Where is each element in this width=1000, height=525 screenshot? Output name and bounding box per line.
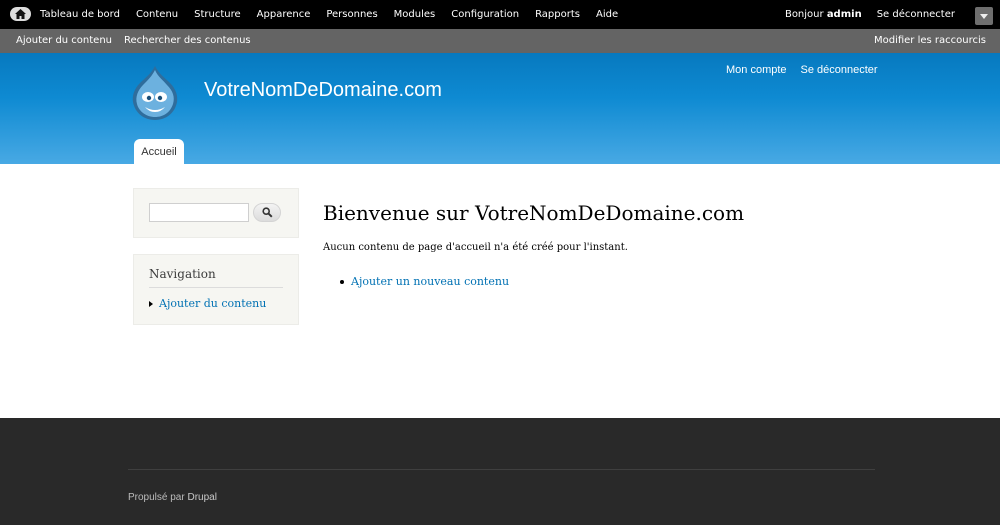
admin-logout-link[interactable]: Se déconnecter: [877, 9, 955, 20]
nav-add-content-link[interactable]: Ajouter du contenu: [159, 297, 266, 310]
admin-user-menu: Bonjour admin Se déconnecter: [785, 9, 955, 20]
admin-menu-configuration[interactable]: Configuration: [451, 9, 519, 20]
site-footer: Propulsé par Drupal: [0, 418, 1000, 525]
admin-toolbar: Tableau de bord Contenu Structure Appare…: [0, 0, 1000, 29]
drupal-drop-logo[interactable]: [131, 65, 179, 121]
admin-menu: Tableau de bord Contenu Structure Appare…: [40, 9, 634, 20]
my-account-link[interactable]: Mon compte: [726, 64, 787, 76]
header-logout-link[interactable]: Se déconnecter: [801, 64, 878, 76]
admin-menu-appearance[interactable]: Apparence: [257, 9, 311, 20]
drupal-link[interactable]: Drupal: [187, 492, 216, 503]
shortcuts-bar: Ajouter du contenu Rechercher des conten…: [0, 29, 1000, 53]
admin-menu-dashboard[interactable]: Tableau de bord: [40, 9, 120, 20]
intro-text: Aucun contenu de page d'accueil n'a été …: [323, 242, 628, 253]
bullet-icon: [340, 279, 344, 284]
footer-divider: [128, 469, 875, 470]
admin-menu-modules[interactable]: Modules: [394, 9, 436, 20]
username[interactable]: admin: [827, 9, 862, 20]
edit-shortcuts-link[interactable]: Modifier les raccourcis: [874, 35, 986, 46]
add-new-content-link[interactable]: Ajouter un nouveau contenu: [351, 275, 509, 288]
search-icon: [262, 207, 273, 218]
search-block: [133, 188, 299, 238]
powered-by: Propulsé par Drupal: [128, 492, 217, 503]
tab-home[interactable]: Accueil: [134, 139, 184, 164]
shortcuts-toggle-button[interactable]: [975, 7, 993, 25]
site-name[interactable]: VotreNomDeDomaine.com: [204, 79, 442, 102]
shortcut-find-content[interactable]: Rechercher des contenus: [124, 35, 251, 46]
shortcuts-list: Ajouter du contenu Rechercher des conten…: [16, 35, 263, 46]
triangle-right-icon: [149, 300, 153, 307]
list-item: Ajouter un nouveau contenu: [340, 275, 509, 288]
search-button[interactable]: [253, 203, 281, 222]
admin-menu-content[interactable]: Contenu: [136, 9, 178, 20]
powered-by-text: Propulsé par: [128, 492, 185, 503]
greeting-text: Bonjour: [784, 9, 824, 20]
admin-menu-people[interactable]: Personnes: [326, 9, 377, 20]
navigation-title: Navigation: [149, 267, 283, 288]
user-greeting: Bonjour admin: [785, 9, 862, 20]
navigation-item: Ajouter du contenu: [149, 297, 266, 310]
search-input[interactable]: [149, 203, 249, 222]
admin-menu-reports[interactable]: Rapports: [535, 9, 580, 20]
home-icon[interactable]: [10, 7, 31, 21]
admin-menu-structure[interactable]: Structure: [194, 9, 241, 20]
secondary-menu: Mon compte Se déconnecter: [726, 64, 892, 76]
page-title: Bienvenue sur VotreNomDeDomaine.com: [323, 201, 745, 225]
shortcut-add-content[interactable]: Ajouter du contenu: [16, 35, 112, 46]
site-header: VotreNomDeDomaine.com Mon compte Se déco…: [0, 53, 1000, 164]
admin-menu-help[interactable]: Aide: [596, 9, 618, 20]
navigation-block: Navigation Ajouter du contenu: [133, 254, 299, 325]
